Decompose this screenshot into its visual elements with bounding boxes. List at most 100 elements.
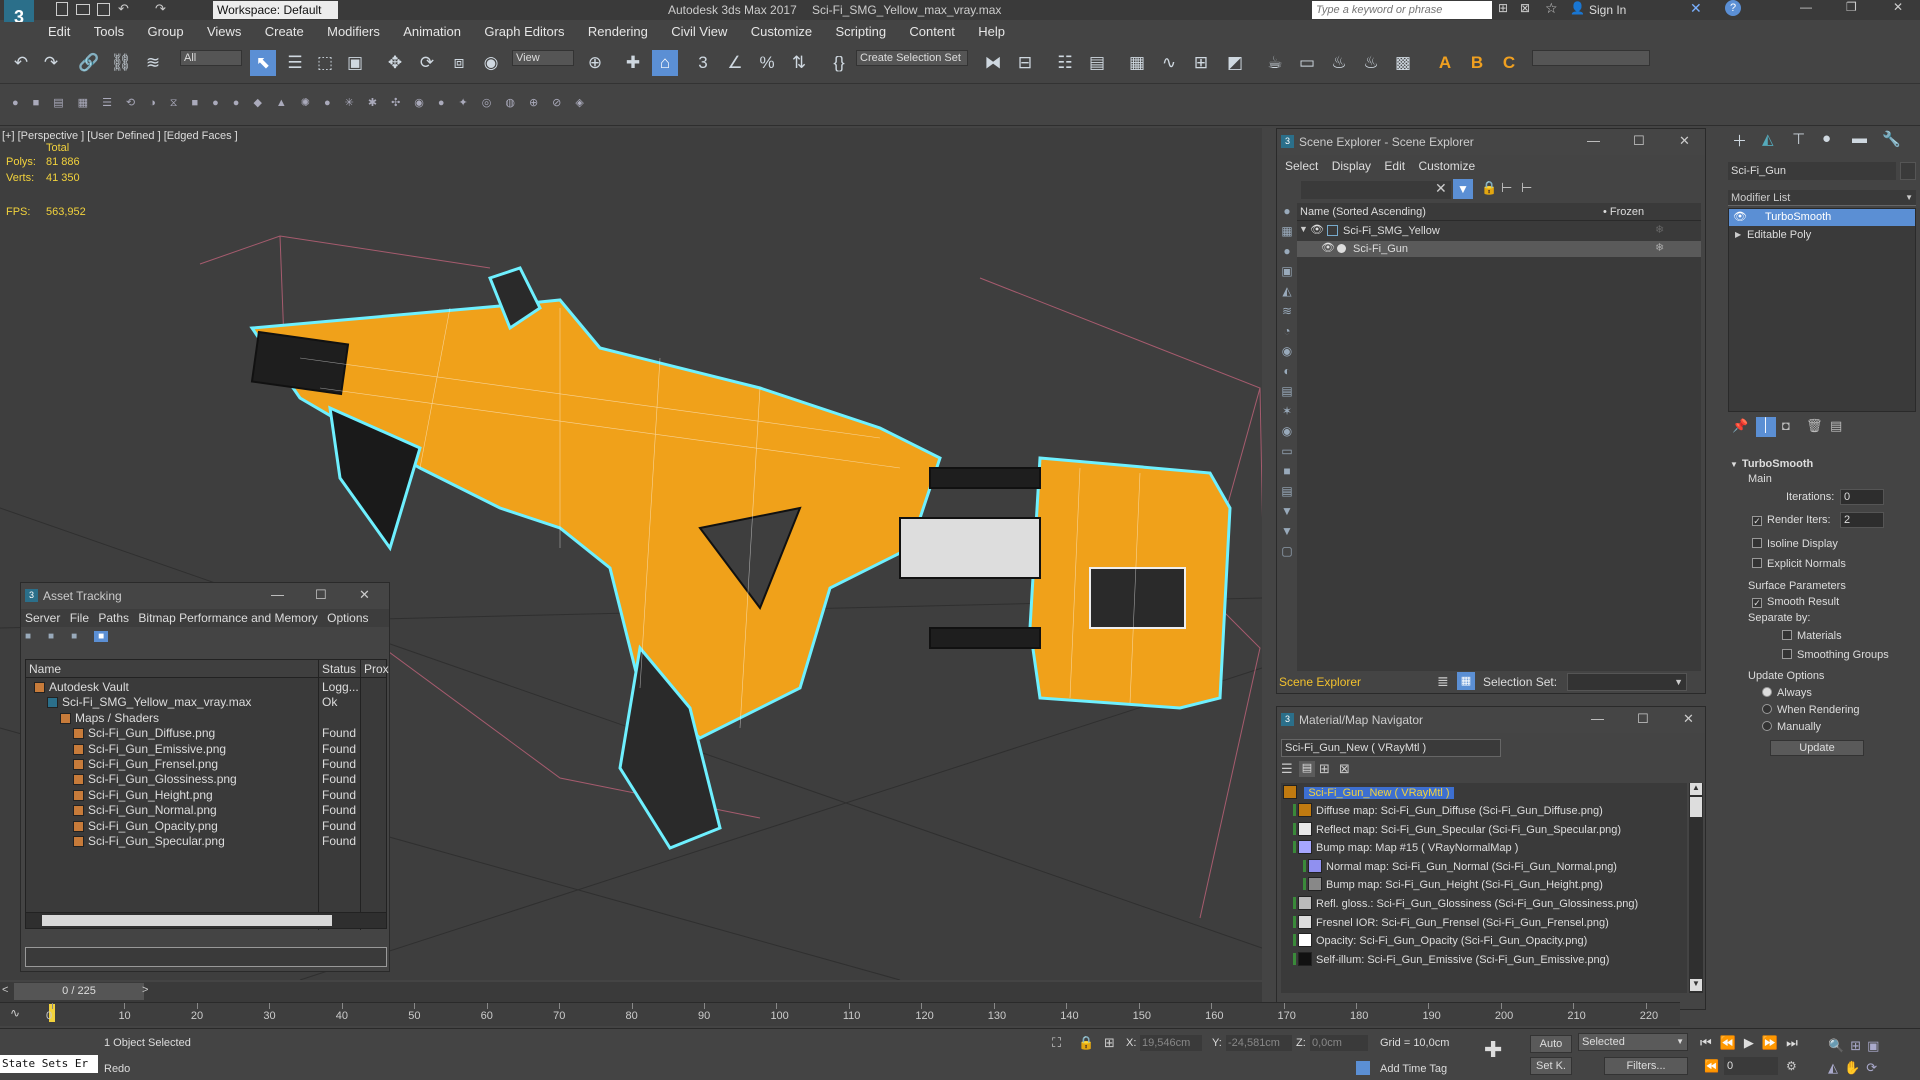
iterations-value[interactable]: 0 bbox=[1840, 489, 1884, 505]
x-coord-field[interactable]: 19,546cm bbox=[1140, 1035, 1202, 1051]
column-proxy[interactable]: Prox bbox=[364, 660, 389, 678]
minimize-icon[interactable]: — bbox=[271, 587, 284, 602]
column-frozen[interactable]: • Frozen bbox=[1603, 203, 1644, 221]
explicit-normals-checkbox[interactable]: Explicit Normals bbox=[1752, 558, 1846, 570]
time-slider-prev-icon[interactable]: < bbox=[2, 984, 8, 996]
undo-icon[interactable]: ↶ bbox=[118, 1, 129, 17]
view-list-icons-icon[interactable]: ▤ bbox=[1299, 761, 1315, 777]
material-map-item[interactable]: Fresnel IOR: Sci-Fi_Gun_Frensel (Sci-Fi_… bbox=[1293, 914, 1609, 931]
find-field[interactable] bbox=[1301, 181, 1451, 199]
zoom-extents-icon[interactable]: ▣ bbox=[1867, 1038, 1885, 1053]
scene-explorer-icon[interactable]: ▦ bbox=[1124, 50, 1150, 76]
filter-icon[interactable]: ▼ bbox=[1453, 179, 1473, 199]
rendered-frame-window-icon[interactable]: ▭ bbox=[1294, 50, 1320, 76]
eye-icon[interactable]: 👁 bbox=[1310, 223, 1324, 236]
column-name-sorted[interactable]: Name (Sorted Ascending) bbox=[1300, 203, 1426, 221]
add-time-tag[interactable]: Add Time Tag bbox=[1380, 1063, 1447, 1075]
create-tab-icon[interactable]: ＋ bbox=[1732, 130, 1747, 151]
scale-icon[interactable]: ⧈ bbox=[446, 50, 472, 76]
menu-tools[interactable]: Tools bbox=[94, 24, 124, 39]
restore-window-button[interactable]: ❐ bbox=[1846, 0, 1857, 14]
save-file-icon[interactable] bbox=[97, 3, 110, 16]
render-iterative-icon[interactable]: ♨ bbox=[1358, 50, 1384, 76]
ribbon-icon[interactable]: ▤ bbox=[1084, 50, 1110, 76]
spinner-snap-icon[interactable]: ⇅ bbox=[786, 50, 812, 76]
select-manipulate-icon[interactable]: ✚ bbox=[620, 50, 646, 76]
render-iters-checkbox[interactable]: ✓ Render Iters: bbox=[1752, 514, 1831, 526]
object-name-field[interactable]: Sci-Fi_Gun bbox=[1728, 162, 1896, 180]
view-list-icon[interactable]: ☰ bbox=[1281, 761, 1293, 777]
schematic-view-icon[interactable]: ⊞ bbox=[1188, 50, 1214, 76]
mirror-icon[interactable]: ⧓ bbox=[980, 50, 1006, 76]
modifier-list-dropdown[interactable]: Modifier List ▼ bbox=[1728, 190, 1916, 206]
scroll-thumb[interactable] bbox=[42, 915, 332, 926]
scroll-up-icon[interactable]: ▲ bbox=[1690, 783, 1702, 795]
pivot-center-icon[interactable]: ⊕ bbox=[582, 50, 608, 76]
time-tag-icon[interactable] bbox=[1356, 1061, 1370, 1075]
menu-animation[interactable]: Animation bbox=[403, 24, 461, 39]
current-frame-field[interactable]: 0 bbox=[1724, 1057, 1778, 1075]
go-to-start-icon[interactable]: ⏮ bbox=[1700, 1035, 1720, 1050]
selection-set-icon[interactable]: ▦ bbox=[1457, 672, 1475, 690]
stack-item-editable-poly[interactable]: ▶ Editable Poly bbox=[1729, 227, 1915, 244]
redo-icon[interactable]: ↷ bbox=[38, 50, 64, 76]
fov-icon[interactable]: ◭ bbox=[1828, 1060, 1844, 1075]
new-file-icon[interactable] bbox=[56, 2, 68, 16]
menu-paths[interactable]: Paths bbox=[98, 611, 129, 625]
absolute-mode-icon[interactable]: ⊞ bbox=[1104, 1035, 1115, 1051]
hierarchy-tab-icon[interactable]: ⊤ bbox=[1792, 130, 1805, 148]
keyboard-shortcut-override-icon[interactable]: ⌂ bbox=[652, 50, 678, 76]
menu-scripting[interactable]: Scripting bbox=[835, 24, 886, 39]
materials-checkbox[interactable]: Materials bbox=[1782, 630, 1842, 642]
frozen-snowflake-icon[interactable]: ❄ bbox=[1655, 241, 1664, 254]
search-input[interactable] bbox=[1312, 1, 1492, 19]
link-icon[interactable]: 🔗 bbox=[76, 50, 102, 76]
region-select-icon[interactable]: ⬚ bbox=[312, 50, 338, 76]
material-root-item[interactable]: Sci-Fi_Gun_New ( VRayMtl ) bbox=[1283, 785, 1454, 801]
selection-set-dropdown[interactable]: ▼ bbox=[1567, 673, 1687, 691]
menu-group[interactable]: Group bbox=[147, 24, 183, 39]
time-slider[interactable]: < 0 / 225 > bbox=[0, 982, 1262, 1002]
select-object-icon[interactable]: ⬉ bbox=[250, 50, 276, 76]
material-map-item[interactable]: Bump map: Sci-Fi_Gun_Height (Sci-Fi_Gun_… bbox=[1303, 877, 1603, 893]
render-iters-spinner[interactable]: 2 bbox=[1840, 512, 1884, 528]
material-map-item[interactable]: Self-illum: Sci-Fi_Gun_Emissive (Sci-Fi_… bbox=[1293, 951, 1609, 968]
material-map-item[interactable]: Bump map: Map #15 ( VRayNormalMap ) bbox=[1293, 840, 1518, 856]
snaps-toggle-icon[interactable]: 3 bbox=[690, 50, 716, 76]
scene-explorer-side-toolbar[interactable]: ● ▦ ● ▣ ◭ ≋ ◔ ◉ ◐ ▤ ✶ ◉ ▭ ■ ▤ ▼ ▼ ▢ bbox=[1279, 201, 1295, 677]
minimize-window-button[interactable]: — bbox=[1800, 0, 1812, 14]
placement-icon[interactable]: ◉ bbox=[478, 50, 504, 76]
unlink-icon[interactable]: ⛓ bbox=[108, 50, 134, 76]
scene-explorer-dropdown[interactable]: Scene Explorer bbox=[1279, 675, 1429, 689]
scroll-thumb[interactable] bbox=[1690, 797, 1702, 817]
redo-icon[interactable]: ↷ bbox=[155, 1, 166, 17]
menu-customize[interactable]: Customize bbox=[751, 24, 812, 39]
key-mode-icon[interactable]: ✚ bbox=[1484, 1037, 1502, 1063]
z-coord-field[interactable]: 0,0cm bbox=[1310, 1035, 1368, 1051]
scene-item-root[interactable]: ▼ 👁 Sci-Fi_SMG_Yellow ❄ bbox=[1297, 223, 1701, 239]
key-filters-button[interactable]: Filters... bbox=[1604, 1057, 1688, 1075]
stack-item-turbosmooth[interactable]: 👁 TurboSmooth bbox=[1729, 209, 1915, 226]
track-bar[interactable]: ∿ 0 10 20 30 40 50 60 70 80 90 100 110 120 130 140 150 1… bbox=[0, 1002, 1680, 1026]
menu-customize[interactable]: Customize bbox=[1418, 159, 1475, 173]
curve-editor-icon[interactable]: ∿ bbox=[1156, 50, 1182, 76]
configure-sets-icon[interactable]: ▤ bbox=[1830, 418, 1842, 434]
material-navigator-titlebar[interactable]: 3 Material/Map Navigator — ☐ ✕ bbox=[1277, 707, 1705, 733]
smoothing-groups-checkbox[interactable]: Smoothing Groups bbox=[1782, 649, 1889, 661]
material-map-item[interactable]: Diffuse map: Sci-Fi_Gun_Diffuse (Sci-Fi_… bbox=[1293, 803, 1603, 819]
zoom-all-icon[interactable]: ⊞ bbox=[1850, 1038, 1867, 1053]
remove-modifier-icon[interactable]: 🗑 bbox=[1806, 418, 1823, 434]
window-crossing-icon[interactable]: ▣ bbox=[342, 50, 368, 76]
percent-snap-icon[interactable]: % bbox=[754, 50, 780, 76]
menu-bitmap-performance[interactable]: Bitmap Performance and Memory bbox=[138, 611, 317, 625]
viewport-label[interactable]: [+] [Perspective ] [User Defined ] [Edge… bbox=[2, 130, 238, 142]
render-setup-icon[interactable]: ☕ bbox=[1262, 50, 1288, 76]
frozen-snowflake-icon[interactable]: ❄ bbox=[1655, 223, 1664, 236]
make-unique-icon[interactable]: ◘ bbox=[1782, 418, 1790, 433]
scroll-down-icon[interactable]: ▼ bbox=[1690, 979, 1702, 991]
selection-lock-icon[interactable]: 🔒 bbox=[1078, 1035, 1094, 1051]
render-in-cloud-icon[interactable]: ▩ bbox=[1390, 50, 1416, 76]
vray-c-icon[interactable]: C bbox=[1496, 50, 1522, 76]
community-icon[interactable]: ⊠ bbox=[1520, 1, 1530, 15]
menu-edit[interactable]: Edit bbox=[1384, 159, 1405, 173]
